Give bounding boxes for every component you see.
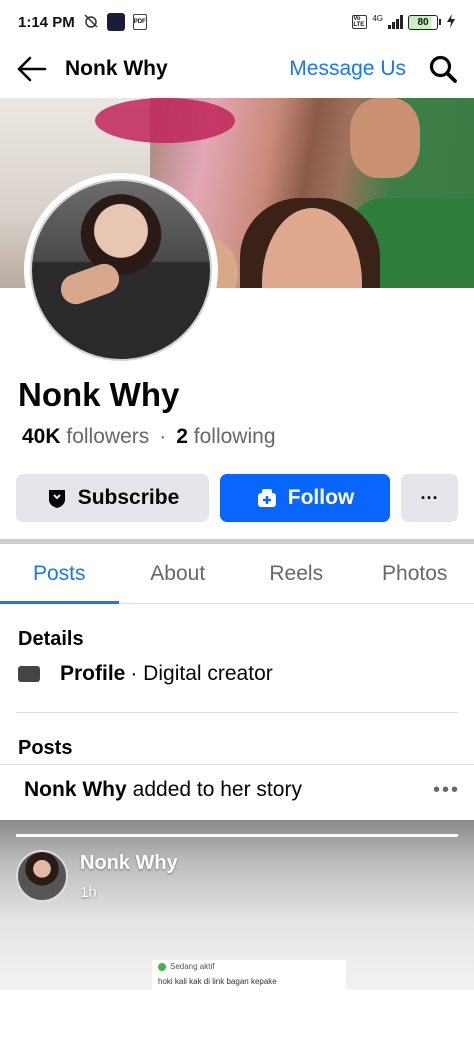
following-label: following: [193, 425, 276, 448]
volte-icon: Vo LTE: [352, 15, 368, 29]
profile-name: Nonk Why: [18, 376, 180, 413]
story-more-icon[interactable]: •••: [433, 779, 460, 802]
subscribe-shield-icon: [46, 487, 68, 509]
details-heading: Details: [18, 628, 84, 650]
battery-level: 80: [408, 14, 438, 30]
followers-label: followers: [66, 425, 150, 448]
story-card-name[interactable]: Nonk Why: [80, 852, 178, 875]
details-divider: [16, 712, 458, 713]
folder-icon: [18, 666, 40, 682]
pdf-notification-icon: PDF: [132, 14, 147, 30]
story-screenshot: Sedang aktif hoki kali kak di link bagan…: [152, 960, 346, 990]
tab-posts[interactable]: Posts: [0, 544, 119, 604]
story-progress-bar: [16, 834, 458, 837]
following-stat[interactable]: 2 following: [176, 425, 275, 449]
battery-icon: 80: [408, 14, 441, 30]
follow-plus-icon: [256, 487, 278, 509]
story-card-time: 1h: [80, 884, 97, 901]
stats-separator: ·: [159, 425, 167, 448]
online-dot-icon: [158, 962, 166, 971]
posts-heading: Posts: [18, 737, 73, 759]
tab-about[interactable]: About: [119, 544, 238, 603]
follow-button[interactable]: Follow: [220, 474, 390, 522]
header-title: Nonk Why: [65, 57, 168, 80]
tab-reels[interactable]: Reels: [237, 544, 356, 603]
screenshot-status: Sedang aktif: [170, 962, 215, 971]
profile-actions: Subscribe Follow ···: [16, 474, 458, 522]
more-options-button[interactable]: ···: [401, 474, 458, 522]
message-us-link[interactable]: Message Us: [289, 57, 406, 81]
bottom-space: [0, 990, 474, 1053]
subscribe-button[interactable]: Subscribe: [16, 474, 209, 522]
story-update-row[interactable]: Nonk Why added to her story •••: [24, 778, 460, 802]
network-type: 4G: [372, 13, 383, 23]
story-card[interactable]: Nonk Why 1h Sedang aktif hoki kali kak d…: [0, 820, 474, 990]
posts-divider: [0, 764, 474, 765]
alarm-off-icon: [83, 13, 99, 32]
signal-icon: [388, 15, 403, 29]
status-bar: 1:14 PM PDF Vo LTE 4G 80: [0, 0, 474, 44]
back-arrow-icon[interactable]: [16, 54, 48, 84]
status-time: 1:14 PM: [18, 13, 75, 31]
follow-label: Follow: [287, 486, 355, 509]
followers-stat[interactable]: 40K followers: [22, 425, 149, 449]
detail-profile-row: Profile · Digital creator: [18, 662, 273, 686]
charging-icon: [446, 13, 456, 31]
story-author[interactable]: Nonk Why: [24, 778, 127, 802]
top-header: Nonk Why Message Us: [0, 44, 474, 94]
followers-count: 40K: [22, 425, 61, 448]
screenshot-message: hoki kali kak di link bagan kepake: [158, 977, 277, 986]
following-count: 2: [176, 425, 188, 448]
story-avatar[interactable]: [16, 850, 68, 902]
detail-profile-label: Profile: [60, 662, 126, 685]
follow-stats: 40K followers · 2 following: [22, 425, 276, 449]
detail-profile-category: · Digital creator: [130, 662, 273, 685]
profile-avatar[interactable]: [24, 173, 218, 367]
app-notification-icon: [106, 13, 125, 31]
subscribe-label: Subscribe: [77, 486, 180, 509]
story-action-text: added to her story: [132, 778, 302, 801]
tab-photos[interactable]: Photos: [356, 544, 474, 603]
search-icon[interactable]: [428, 54, 458, 84]
profile-tabs: Posts About Reels Photos: [0, 544, 474, 604]
